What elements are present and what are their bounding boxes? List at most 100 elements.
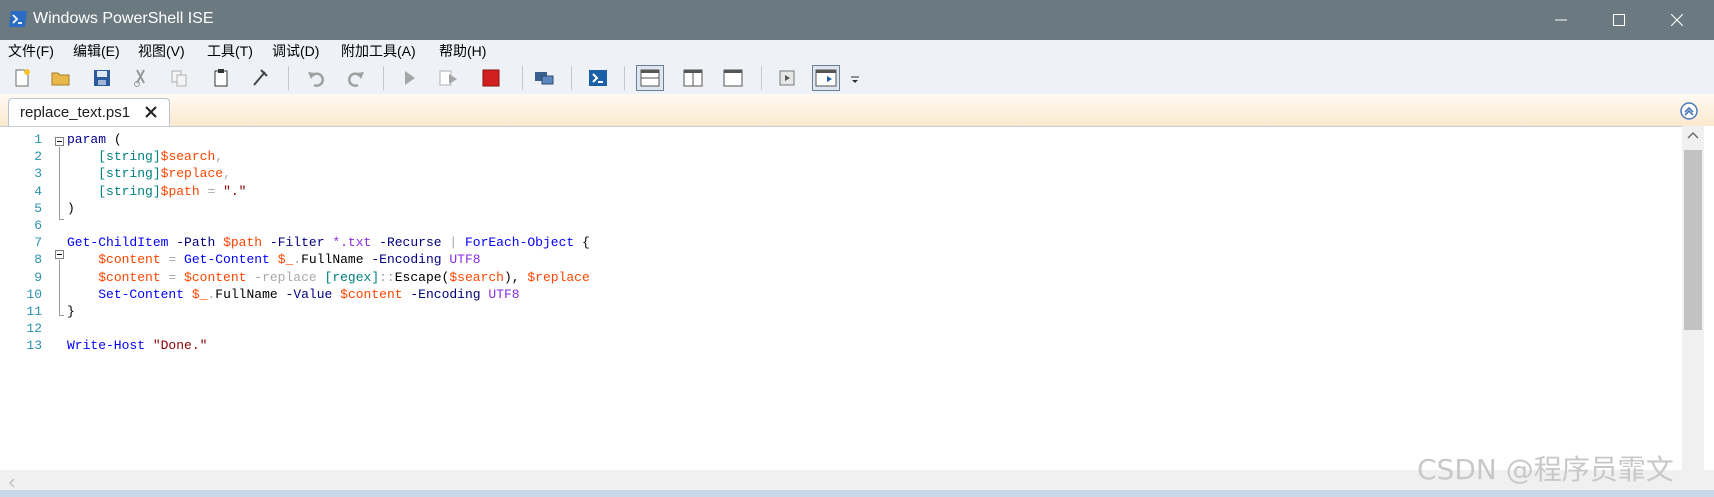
code-text: [string]$replace, bbox=[67, 165, 231, 183]
close-icon bbox=[1671, 14, 1683, 26]
scroll-left-icon[interactable] bbox=[8, 478, 16, 488]
code-text: Write-Host "Done." bbox=[67, 337, 207, 355]
fold-line bbox=[59, 147, 60, 220]
code-token: $replace bbox=[527, 269, 590, 285]
undo-button[interactable] bbox=[302, 65, 330, 91]
undo-icon bbox=[308, 72, 324, 87]
show-addon-button[interactable] bbox=[812, 65, 840, 91]
code-line: 5) bbox=[0, 200, 1680, 218]
code-token: ( bbox=[106, 132, 122, 147]
script-tab[interactable]: replace_text.ps1 bbox=[8, 98, 170, 126]
script-editor[interactable]: 1 param (2 [string]$search, 3 [string]$rep… bbox=[0, 126, 1682, 470]
stop-button[interactable] bbox=[477, 65, 505, 91]
menu-file[interactable]: 文件(F) bbox=[8, 41, 54, 61]
line-number: 3 bbox=[34, 166, 42, 182]
vertical-scroll-thumb[interactable] bbox=[1684, 150, 1702, 330]
fold-toggle-icon[interactable] bbox=[55, 137, 64, 146]
line-number: 1 bbox=[34, 132, 42, 147]
menu-edit[interactable]: 编辑(E) bbox=[73, 41, 120, 61]
watermark: CSDN @程序员霏文 bbox=[1417, 453, 1674, 486]
line-number: 7 bbox=[34, 235, 42, 251]
code-token: $path bbox=[160, 183, 200, 199]
powershell-console-icon bbox=[589, 70, 607, 86]
close-icon[interactable] bbox=[143, 104, 159, 120]
code-text: ) bbox=[67, 200, 75, 218]
save-button[interactable] bbox=[88, 65, 116, 91]
redo-button[interactable] bbox=[342, 65, 370, 91]
clear-console-button[interactable] bbox=[246, 65, 274, 91]
code-text: [string]$path = "." bbox=[67, 183, 246, 201]
code-token: $_ bbox=[191, 286, 208, 302]
code-token: $replace bbox=[160, 166, 224, 182]
menu-addons[interactable]: 附加工具(A) bbox=[341, 41, 416, 61]
code-token: = bbox=[160, 269, 185, 285]
run-selection-button[interactable] bbox=[434, 65, 462, 91]
toolbar-overflow-button[interactable] bbox=[848, 65, 862, 91]
code-token: "Done." bbox=[152, 338, 208, 354]
code-token: $content bbox=[340, 286, 403, 302]
code-line: 3 [string]$replace, bbox=[0, 165, 1680, 183]
fold-toggle-icon[interactable] bbox=[55, 250, 64, 259]
new-remote-tab-button[interactable] bbox=[530, 65, 558, 91]
code-token: ) bbox=[67, 200, 75, 216]
menu-help[interactable]: 帮助(H) bbox=[439, 41, 486, 61]
line-number: 2 bbox=[34, 149, 42, 165]
title-bar: Windows PowerShell ISE bbox=[0, 0, 1714, 40]
code-token: -Path bbox=[176, 235, 216, 251]
menu-view[interactable]: 视图(V) bbox=[138, 41, 185, 61]
new-file-button[interactable] bbox=[8, 65, 36, 91]
code-line: 11} bbox=[0, 303, 1680, 321]
paste-icon bbox=[214, 69, 228, 87]
code-text: [string]$search, bbox=[67, 148, 223, 166]
code-token: ForEach-Object bbox=[464, 235, 575, 251]
show-script-maximized-button[interactable] bbox=[719, 65, 747, 91]
code-token: | bbox=[441, 235, 465, 251]
code-line: 6 bbox=[0, 217, 1680, 235]
code-line: 2 [string]$search, bbox=[0, 148, 1680, 166]
menu-debug[interactable]: 调试(D) bbox=[272, 41, 319, 61]
code-token: $content bbox=[184, 269, 247, 285]
new-file-icon bbox=[15, 69, 30, 87]
show-commands-icon bbox=[779, 70, 795, 86]
collapse-up-icon[interactable] bbox=[1680, 102, 1698, 120]
toolbar bbox=[0, 62, 1714, 94]
cut-icon bbox=[134, 69, 145, 87]
open-button[interactable] bbox=[47, 65, 75, 91]
show-script-right-button[interactable] bbox=[679, 65, 707, 91]
code-line: 1 param ( bbox=[0, 131, 1680, 149]
code-token: [regex] bbox=[324, 269, 380, 285]
maximize-button[interactable] bbox=[1590, 0, 1648, 40]
overflow-icon bbox=[851, 76, 859, 83]
powershell-console-button[interactable] bbox=[584, 65, 612, 91]
cut-button[interactable] bbox=[127, 65, 155, 91]
run-script-button[interactable] bbox=[395, 65, 423, 91]
toolbar-separator bbox=[761, 66, 762, 90]
scroll-up-icon[interactable] bbox=[1687, 130, 1699, 140]
code-token: -Value bbox=[285, 286, 333, 302]
code-token: = bbox=[199, 183, 224, 199]
line-number: 5 bbox=[34, 200, 42, 216]
toolbar-separator bbox=[571, 66, 572, 90]
menu-bar: 文件(F) 编辑(E) 视图(V) 工具(T) 调试(D) 附加工具(A) 帮助… bbox=[0, 40, 1714, 62]
line-number: 8 bbox=[34, 252, 42, 268]
paste-button[interactable] bbox=[207, 65, 235, 91]
copy-button[interactable] bbox=[165, 65, 193, 91]
menu-tools[interactable]: 工具(T) bbox=[207, 41, 253, 61]
close-button[interactable] bbox=[1648, 0, 1706, 40]
code-token: , bbox=[215, 149, 224, 165]
code-token: :: bbox=[379, 269, 395, 285]
open-folder-icon bbox=[51, 72, 70, 86]
maximize-icon bbox=[1613, 14, 1625, 26]
tab-strip: replace_text.ps1 bbox=[0, 94, 1714, 126]
minimize-button[interactable] bbox=[1532, 0, 1590, 40]
code-text: } bbox=[67, 303, 75, 321]
show-script-top-button[interactable] bbox=[636, 65, 664, 91]
show-commands-button[interactable] bbox=[773, 65, 801, 91]
